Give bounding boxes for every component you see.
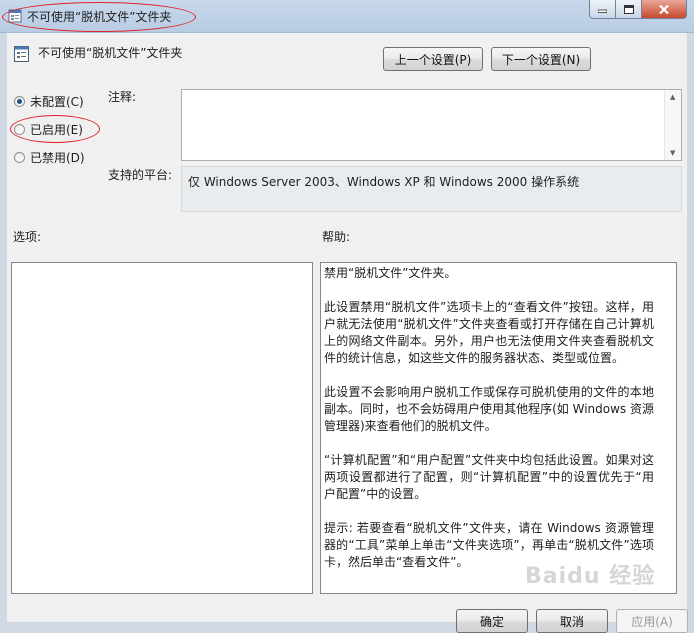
radio-label-not-configured: 未配置(C) [30,95,84,109]
radio-button-selected[interactable] [14,96,25,107]
title-bar[interactable]: 不可使用“脱机文件”文件夹 [0,0,694,33]
dialog-body: 不可使用“脱机文件”文件夹 上一个设置(P) 下一个设置(N) 未配置(C) 已… [7,33,688,633]
help-paragraph: 此设置不会影响用户脱机工作或保存可脱机使用的文件的本地副本。同时，也不会妨碍用户… [324,385,654,433]
minimize-icon [598,9,607,13]
maximize-icon [623,4,634,14]
help-label: 帮助: [322,230,351,244]
help-paragraph: 禁用“脱机文件”文件夹。 [324,266,457,280]
window-controls [589,0,687,20]
policy-name: 不可使用“脱机文件”文件夹 [38,46,183,60]
platform-label: 支持的平台: [108,168,173,182]
apply-button[interactable]: 应用(A) [616,609,688,633]
help-paragraph: “计算机配置”和“用户配置”文件夹中均包括此设置。如果对这两项设置都进行了配置，… [324,453,654,501]
radio-disabled[interactable]: 已禁用(D) [14,149,85,166]
cancel-button[interactable]: 取消 [536,609,608,633]
help-pane[interactable]: 禁用“脱机文件”文件夹。 此设置禁用“脱机文件”选项卡上的“查看文件”按钮。这样… [320,262,677,594]
ok-button[interactable]: 确定 [456,609,528,633]
options-label: 选项: [13,230,42,244]
comment-textarea[interactable]: ▲ ▼ [181,89,682,161]
baidu-watermark: Baidu 经验 [525,564,656,589]
help-text: 禁用“脱机文件”文件夹。 此设置禁用“脱机文件”选项卡上的“查看文件”按钮。这样… [324,265,654,588]
minimize-button[interactable] [589,0,616,19]
title-annotation-circle [2,2,196,32]
radio-not-configured[interactable]: 未配置(C) [14,93,84,110]
radio-label-disabled: 已禁用(D) [30,151,85,165]
platform-value: 仅 Windows Server 2003、Windows XP 和 Windo… [188,175,580,189]
platform-field: 仅 Windows Server 2003、Windows XP 和 Windo… [181,166,682,212]
comment-scrollbar[interactable]: ▲ ▼ [664,90,681,160]
next-setting-button[interactable]: 下一个设置(N) [491,47,591,71]
comment-label: 注释: [108,90,137,104]
scroll-up-icon[interactable]: ▲ [670,93,675,101]
maximize-button[interactable] [616,0,642,19]
options-pane[interactable] [11,262,313,594]
previous-setting-button[interactable]: 上一个设置(P) [383,47,483,71]
enabled-annotation-circle [10,115,100,143]
close-button[interactable] [642,0,687,19]
policy-setting-icon [14,46,29,62]
radio-button[interactable] [14,152,25,163]
scroll-down-icon[interactable]: ▼ [670,149,675,157]
help-paragraph: 此设置禁用“脱机文件”选项卡上的“查看文件”按钮。这样，用户就无法使用“脱机文件… [324,300,654,365]
close-icon [659,4,669,14]
